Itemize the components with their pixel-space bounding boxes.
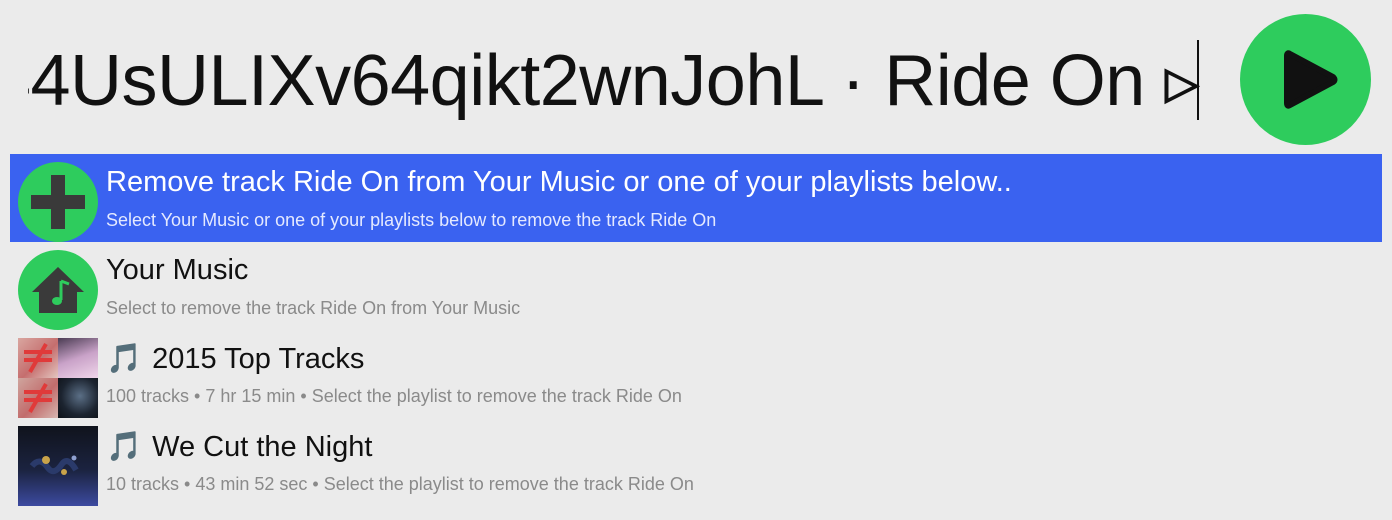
home-music-icon — [18, 250, 98, 330]
result-subtitle: 100 tracks • 7 hr 15 min • Select the pl… — [106, 386, 682, 406]
result-row-playlist[interactable]: 🎵 We Cut the Night 10 tracks • 43 min 52 … — [10, 418, 1382, 506]
playlist-name: 2015 Top Tracks — [152, 343, 365, 375]
result-row-remove-track[interactable]: Remove track Ride On from Your Music or … — [10, 154, 1382, 242]
playlist-name: We Cut the Night — [152, 431, 373, 463]
result-subtitle: Select Your Music or one of your playlis… — [106, 210, 717, 230]
play-button[interactable] — [1240, 14, 1371, 145]
music-note-icon: 🎵 — [106, 429, 143, 463]
result-title: 🎵 2015 Top Tracks — [106, 338, 364, 379]
result-subtitle: Select to remove the track Ride On from … — [106, 298, 521, 318]
result-title: Remove track Ride On from Your Music or … — [106, 166, 1012, 198]
album-art-tile — [18, 378, 58, 418]
album-art-tile — [18, 338, 58, 378]
album-art-tile — [58, 338, 98, 378]
playlist-cover-art — [18, 426, 98, 506]
album-art-tile — [58, 378, 98, 418]
result-row-your-music[interactable]: Your Music Select to remove the track Ri… — [10, 242, 1382, 330]
results-list: Remove track Ride On from Your Music or … — [10, 154, 1382, 506]
search-input[interactable]: ack:44UsULIXv64qikt2wnJohL · Ride On ▹ — [28, 36, 1200, 126]
playlist-mosaic-art — [18, 338, 98, 418]
text-caret — [1197, 40, 1199, 120]
search-bar: ack:44UsULIXv64qikt2wnJohL · Ride On ▹ — [0, 0, 1392, 150]
result-row-playlist[interactable]: 🎵 2015 Top Tracks 100 tracks • 7 hr 15 mi… — [10, 330, 1382, 418]
result-title: 🎵 We Cut the Night — [106, 426, 372, 467]
result-subtitle: 10 tracks • 43 min 52 sec • Select the p… — [106, 474, 694, 494]
music-note-icon: 🎵 — [106, 341, 143, 375]
play-icon — [1284, 50, 1338, 109]
plus-icon — [18, 162, 98, 242]
result-title: Your Music — [106, 254, 249, 286]
search-query-text: ack:44UsULIXv64qikt2wnJohL · Ride On ▹ — [28, 41, 1200, 121]
